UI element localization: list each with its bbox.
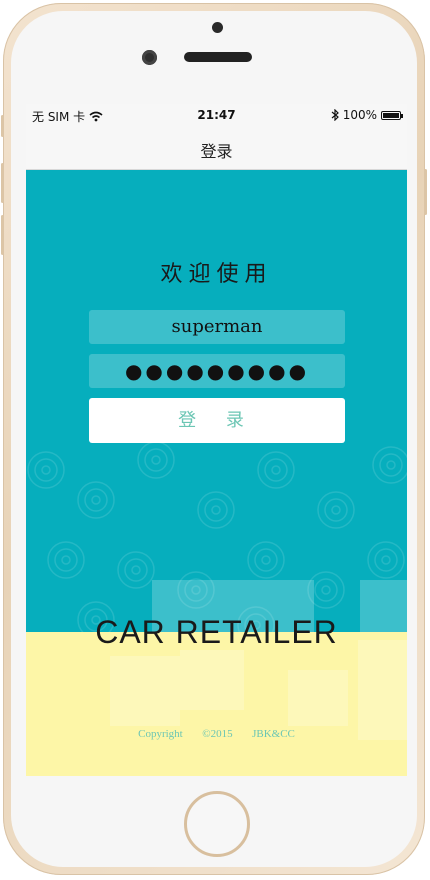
- login-screen: 欢迎使用 superman ●●●●●●●●● 登 录 CAR RETAILER…: [26, 170, 407, 776]
- screen: 无 SIM 卡 21:47 100% 登录 欢迎使用 superman ●●●●…: [26, 104, 407, 776]
- copyright-company: JBK&CC: [252, 728, 295, 740]
- decor-tile: [358, 640, 407, 740]
- battery-percent: 100%: [342, 108, 377, 122]
- welcome-heading: 欢迎使用: [160, 262, 273, 287]
- home-button[interactable]: [184, 791, 250, 857]
- earpiece: [184, 52, 252, 62]
- password-field[interactable]: ●●●●●●●●●: [89, 354, 345, 388]
- decor-tile: [180, 650, 244, 710]
- copyright-label: Copyright: [138, 728, 183, 740]
- proximity-sensor: [212, 22, 223, 33]
- decor-tile: [288, 670, 348, 726]
- front-camera: [142, 50, 157, 65]
- copyright-year: ©2015: [202, 728, 233, 740]
- volume-up-button: [1, 163, 4, 203]
- copyright-line: Copyright ©2015 JBK&CC: [26, 728, 407, 740]
- mute-switch: [1, 115, 4, 137]
- bluetooth-icon: [331, 109, 339, 121]
- nav-title: 登录: [200, 142, 233, 161]
- status-bar: 无 SIM 卡 21:47 100%: [26, 104, 407, 126]
- battery-icon: [381, 110, 403, 120]
- power-button: [424, 169, 427, 215]
- username-field[interactable]: superman: [89, 310, 345, 344]
- brand-logo-text: CAR RETAILER: [95, 614, 338, 650]
- navigation-bar: 登录: [26, 126, 407, 170]
- login-button[interactable]: 登 录: [89, 398, 345, 443]
- volume-down-button: [1, 215, 4, 255]
- decor-tile: [110, 656, 180, 726]
